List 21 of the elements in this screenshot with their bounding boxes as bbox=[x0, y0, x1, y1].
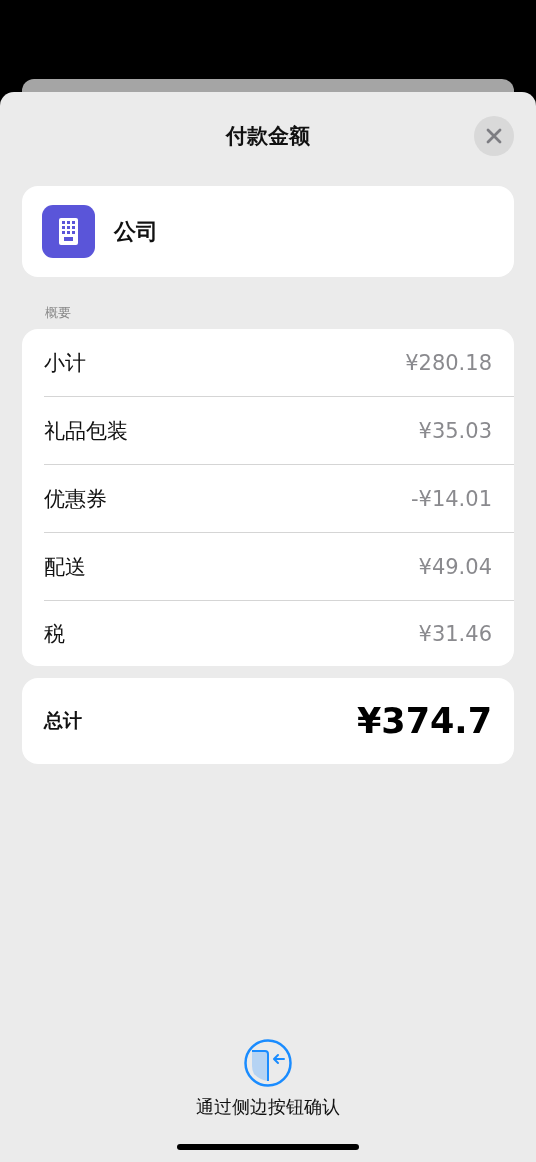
section-header: 概要 bbox=[45, 304, 72, 322]
total-label: 总计 bbox=[44, 708, 82, 733]
close-icon bbox=[485, 127, 503, 145]
sheet-title: 付款金额 bbox=[226, 123, 310, 150]
confirm-hint: 通过侧边按钮确认 bbox=[196, 1095, 340, 1119]
line-item-label: 优惠券 bbox=[44, 485, 107, 513]
line-item-label: 配送 bbox=[44, 553, 86, 581]
line-item-amount: -¥14.01 bbox=[410, 486, 492, 511]
line-item-amount: ¥280.18 bbox=[405, 350, 492, 375]
payee-name: 公司 bbox=[114, 217, 158, 246]
line-item-amount: ¥31.46 bbox=[418, 621, 492, 646]
line-item-label: 税 bbox=[44, 620, 65, 648]
line-item-label: 小计 bbox=[44, 349, 86, 377]
close-button[interactable] bbox=[474, 116, 514, 156]
line-item-amount: ¥35.03 bbox=[418, 418, 492, 443]
line-item-amount: ¥49.04 bbox=[418, 554, 492, 579]
line-item-label: 礼品包装 bbox=[44, 417, 128, 445]
side-button-icon bbox=[244, 1039, 292, 1087]
total-amount: ¥374.7 bbox=[356, 701, 492, 741]
payee-card[interactable]: 公司 bbox=[22, 186, 514, 277]
building-icon bbox=[42, 205, 95, 258]
